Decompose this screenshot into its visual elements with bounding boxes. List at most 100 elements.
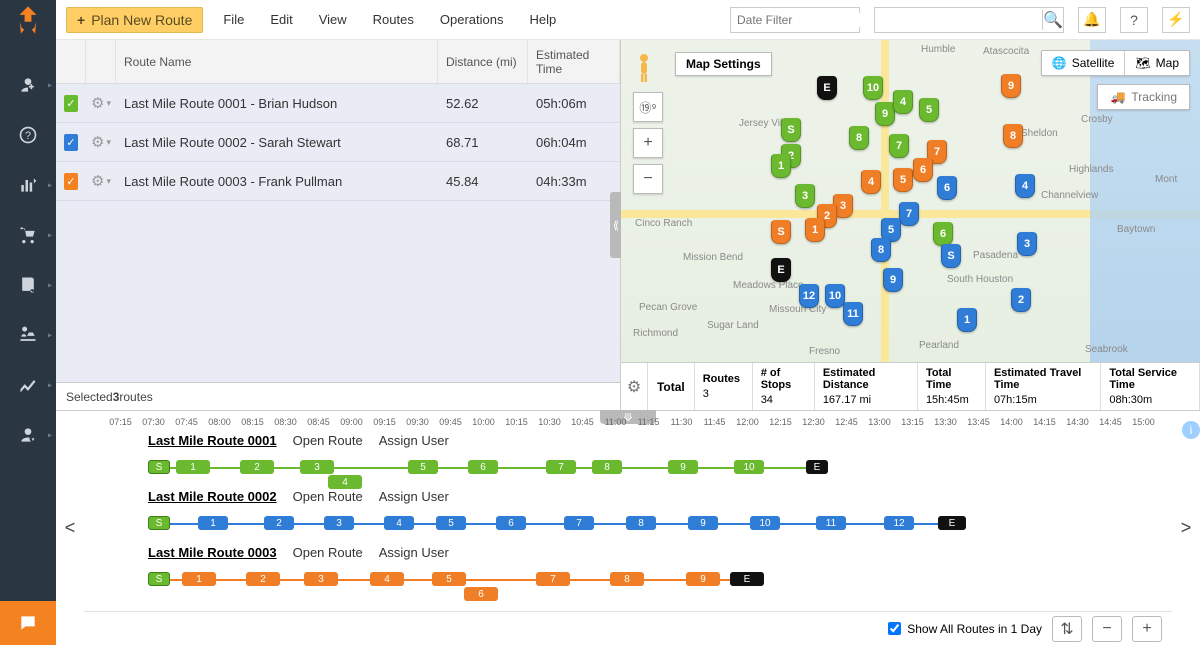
date-filter-input[interactable]: [731, 13, 898, 27]
plan-new-route-button[interactable]: +Plan New Route: [66, 7, 203, 33]
open-route-link[interactable]: Open Route: [293, 489, 363, 504]
top-help-icon[interactable]: ?: [1120, 7, 1148, 33]
timeline-stop[interactable]: 3: [304, 572, 338, 586]
menu-help[interactable]: Help: [523, 8, 562, 31]
nav-analytics[interactable]: ▸: [0, 360, 56, 410]
show-all-routes-checkbox[interactable]: Show All Routes in 1 Day: [888, 622, 1042, 636]
nav-cart[interactable]: ▸: [0, 210, 56, 260]
open-route-link[interactable]: Open Route: [293, 433, 363, 448]
timeline-zoom-out[interactable]: −: [1092, 616, 1122, 642]
timeline-stop[interactable]: 7: [564, 516, 594, 530]
show-all-routes-input[interactable]: [888, 622, 901, 635]
timeline-stop[interactable]: 5: [432, 572, 466, 586]
timeline-stop[interactable]: E: [938, 516, 966, 530]
date-filter[interactable]: ▦: [730, 7, 860, 33]
nav-chat[interactable]: [0, 601, 56, 645]
notifications-icon[interactable]: 🔔: [1078, 7, 1106, 33]
tracking-button[interactable]: 🚚Tracking: [1097, 84, 1190, 110]
timeline-stop[interactable]: 10: [750, 516, 780, 530]
col-time[interactable]: Estimated Time: [528, 40, 620, 83]
timeline-stop[interactable]: 4: [384, 516, 414, 530]
menu-operations[interactable]: Operations: [434, 8, 510, 31]
timeline-stop[interactable]: 1: [198, 516, 228, 530]
timeline-stop[interactable]: 1: [176, 460, 210, 474]
table-row[interactable]: ✓⚙▾Last Mile Route 0002 - Sarah Stewart6…: [56, 123, 620, 162]
timeline-route-title[interactable]: Last Mile Route 0003: [148, 545, 277, 560]
timeline-prev[interactable]: <: [60, 518, 80, 539]
menu-edit[interactable]: Edit: [264, 8, 298, 31]
nav-user-settings[interactable]: ▸: [0, 410, 56, 460]
row-gear-icon[interactable]: ⚙▾: [86, 172, 116, 190]
timeline-stop[interactable]: S: [148, 516, 170, 530]
totals-gear-icon[interactable]: ⚙: [621, 363, 648, 410]
map-type-satellite[interactable]: 🌐Satellite: [1042, 51, 1125, 75]
timeline-stop[interactable]: 8: [610, 572, 644, 586]
timeline-stop[interactable]: 8: [592, 460, 622, 474]
timeline-stop[interactable]: 11: [816, 516, 846, 530]
timeline-stop[interactable]: 1: [182, 572, 216, 586]
timeline-stop[interactable]: 4: [328, 475, 362, 489]
zoom-out-button[interactable]: −: [633, 164, 663, 194]
timeline-stop[interactable]: 2: [240, 460, 274, 474]
timeline-route-title[interactable]: Last Mile Route 0002: [148, 489, 277, 504]
assign-user-link[interactable]: Assign User: [379, 433, 449, 448]
menu-view[interactable]: View: [313, 8, 353, 31]
assign-user-link[interactable]: Assign User: [379, 545, 449, 560]
timeline-stop[interactable]: 9: [686, 572, 720, 586]
menu-routes[interactable]: Routes: [367, 8, 420, 31]
timeline-stop[interactable]: 5: [436, 516, 466, 530]
route-checkbox[interactable]: ✓: [64, 134, 78, 151]
row-gear-icon[interactable]: ⚙▾: [86, 133, 116, 151]
timeline-stop[interactable]: 9: [688, 516, 718, 530]
timeline-stop[interactable]: 4: [370, 572, 404, 586]
table-row[interactable]: ✓⚙▾Last Mile Route 0001 - Brian Hudson52…: [56, 84, 620, 123]
timeline-stop[interactable]: 5: [408, 460, 438, 474]
map-type-map[interactable]: 🗺Map: [1124, 51, 1189, 75]
pegman-icon[interactable]: [633, 50, 655, 86]
assign-user-link[interactable]: Assign User: [379, 489, 449, 504]
timeline-info-icon[interactable]: i: [1182, 421, 1200, 439]
map[interactable]: ⑲⁹ + − Map Settings 🌐Satellite 🗺Map 🚚Tra…: [621, 40, 1200, 362]
timeline-stop[interactable]: E: [806, 460, 828, 474]
timeline-stop[interactable]: 7: [536, 572, 570, 586]
nav-help[interactable]: ?: [0, 110, 56, 160]
open-route-link[interactable]: Open Route: [293, 545, 363, 560]
timeline-stop[interactable]: 12: [884, 516, 914, 530]
nav-stats[interactable]: ▸: [0, 160, 56, 210]
zoom-in-button[interactable]: +: [633, 128, 663, 158]
timeline-stop[interactable]: 10: [734, 460, 764, 474]
col-distance[interactable]: Distance (mi): [438, 40, 528, 83]
timeline-expand-vert[interactable]: ⇅: [1052, 616, 1082, 642]
timeline-stop[interactable]: 3: [300, 460, 334, 474]
search-input[interactable]: [875, 13, 1042, 27]
nav-add-user[interactable]: ▸: [0, 60, 56, 110]
timeline-stop[interactable]: 2: [264, 516, 294, 530]
timeline-stop[interactable]: S: [148, 460, 170, 474]
timeline-stop[interactable]: 6: [496, 516, 526, 530]
route-checkbox[interactable]: ✓: [64, 95, 78, 112]
table-row[interactable]: ✓⚙▾Last Mile Route 0003 - Frank Pullman4…: [56, 162, 620, 201]
search-icon[interactable]: 🔍: [1042, 10, 1063, 30]
timeline-stop[interactable]: E: [730, 572, 764, 586]
nav-book[interactable]: ▸: [0, 260, 56, 310]
row-gear-icon[interactable]: ⚙▾: [86, 94, 116, 112]
nav-fleet[interactable]: ▸: [0, 310, 56, 360]
timeline-stop[interactable]: 2: [246, 572, 280, 586]
map-route-icon[interactable]: ⑲⁹: [633, 92, 663, 122]
timeline-zoom-in[interactable]: +: [1132, 616, 1162, 642]
timeline-stop[interactable]: 8: [626, 516, 656, 530]
timeline-stop[interactable]: 6: [464, 587, 498, 601]
timeline-stop[interactable]: 7: [546, 460, 576, 474]
map-settings-button[interactable]: Map Settings: [675, 52, 772, 76]
timeline-route-title[interactable]: Last Mile Route 0001: [148, 433, 277, 448]
timeline-stop[interactable]: 9: [668, 460, 698, 474]
timeline-next[interactable]: >: [1176, 518, 1196, 539]
timeline-stop[interactable]: 6: [468, 460, 498, 474]
bolt-icon[interactable]: ⚡: [1162, 7, 1190, 33]
timeline-stop[interactable]: S: [148, 572, 170, 586]
route-checkbox[interactable]: ✓: [64, 173, 78, 190]
menu-file[interactable]: File: [217, 8, 250, 31]
search-box[interactable]: 🔍: [874, 7, 1064, 33]
timeline-stop[interactable]: 3: [324, 516, 354, 530]
col-route-name[interactable]: Route Name: [116, 40, 438, 83]
